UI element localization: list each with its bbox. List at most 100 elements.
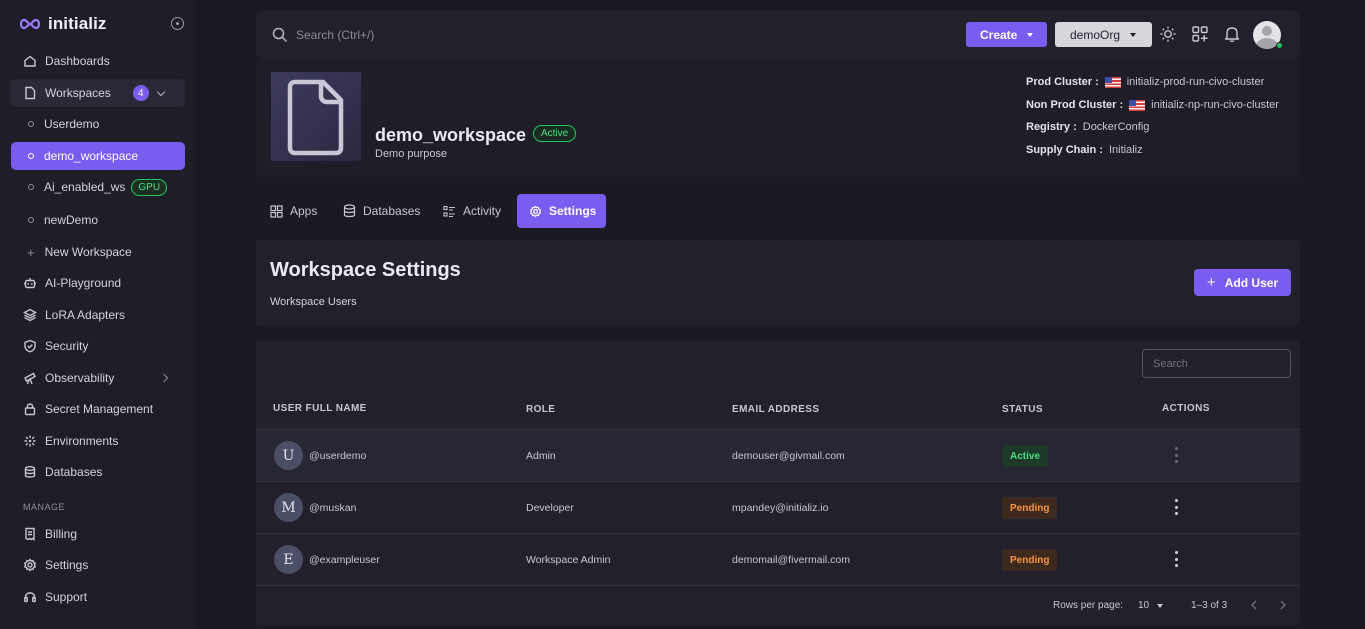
status-badge: Pending <box>1002 549 1058 571</box>
column-header-role[interactable]: ROLE <box>526 404 555 415</box>
robot-icon <box>23 276 37 290</box>
user-email: mpandey@initializ.io <box>732 502 829 514</box>
bullet-icon <box>28 184 34 190</box>
infinity-logo-icon <box>19 18 41 30</box>
brand[interactable]: initializ <box>18 12 107 36</box>
settings-subtitle: Workspace Users <box>270 296 357 308</box>
avatar: M <box>274 493 303 522</box>
receipt-icon <box>23 527 37 541</box>
document-icon <box>287 79 344 156</box>
workspace-count-badge: 4 <box>132 85 149 101</box>
more-actions-icon[interactable] <box>1174 447 1178 463</box>
sidebar-item-databases[interactable]: Databases <box>11 458 185 486</box>
caret-down-icon <box>1157 603 1164 608</box>
tab-activity[interactable]: Activity <box>431 194 513 228</box>
sidebar-item-label: Workspaces <box>45 86 111 100</box>
tab-apps[interactable]: Apps <box>258 194 329 228</box>
tab-databases[interactable]: Databases <box>331 194 432 228</box>
brand-name: initializ <box>48 14 107 33</box>
us-flag-icon <box>1104 76 1121 88</box>
plus-icon: + <box>1207 274 1216 291</box>
telescope-icon <box>23 371 37 385</box>
table-row[interactable]: U @userdemo Admin demouser@givmail.com A… <box>256 429 1300 481</box>
sidebar-item-secret-management[interactable]: Secret Management <box>11 395 185 423</box>
add-user-label: Add User <box>1224 275 1279 290</box>
column-header-name[interactable]: USER FULL NAME <box>273 403 367 414</box>
search-icon <box>272 27 288 43</box>
sidebar-item-label: Databases <box>45 465 103 479</box>
user-email: demouser@givmail.com <box>732 450 845 462</box>
next-page-icon[interactable] <box>1278 599 1288 611</box>
lock-icon <box>23 402 37 416</box>
user-email: demomail@fivermail.com <box>732 554 851 566</box>
bell-icon[interactable] <box>1223 25 1241 43</box>
prev-page-icon[interactable] <box>1249 599 1259 611</box>
user-name: @userdemo <box>309 450 367 462</box>
manage-section-label: MANAGE <box>23 502 66 512</box>
apps-grid-icon[interactable] <box>1191 25 1209 43</box>
sidebar-collapse-icon[interactable] <box>171 17 184 30</box>
sidebar-item-userdemo[interactable]: Userdemo <box>11 110 185 138</box>
table-divider <box>256 585 1300 586</box>
meta-nonprod-cluster: Non Prod Cluster : initializ-np-run-civo… <box>1026 99 1279 111</box>
table-row[interactable]: E @exampleuser Workspace Admin demomail@… <box>256 533 1300 585</box>
workspace-description: Demo purpose <box>375 148 448 160</box>
sidebar-item-workspaces[interactable]: Workspaces 4 <box>11 79 185 107</box>
sidebar-item-label: demo_workspace <box>44 149 139 163</box>
meta-key: Registry : <box>1026 121 1077 133</box>
more-actions-icon[interactable] <box>1174 551 1178 567</box>
sidebar-item-new-workspace[interactable]: + New Workspace <box>11 238 185 266</box>
add-user-button[interactable]: + Add User <box>1194 269 1291 296</box>
tab-settings[interactable]: Settings <box>517 194 606 228</box>
atom-icon <box>23 434 37 448</box>
sidebar-item-security[interactable]: Security <box>11 332 185 360</box>
sidebar-item-dashboards[interactable]: Dashboards <box>11 47 185 75</box>
workspace-status-badge: Active <box>533 125 577 142</box>
sidebar-item-label: Environments <box>45 434 119 448</box>
org-selector[interactable]: demoOrg <box>1055 22 1152 47</box>
more-actions-icon[interactable] <box>1174 499 1178 515</box>
caret-down-icon <box>1027 32 1034 37</box>
user-role: Developer <box>526 502 574 514</box>
file-icon <box>23 86 37 100</box>
sidebar-item-label: Dashboards <box>45 54 110 68</box>
meta-value: initializ-np-run-civo-cluster <box>1151 99 1279 111</box>
sidebar-item-label: LoRA Adapters <box>45 308 126 322</box>
meta-key: Prod Cluster : <box>1026 76 1099 88</box>
tab-label: Apps <box>290 204 318 218</box>
sidebar-item-newdemo[interactable]: newDemo <box>11 206 185 234</box>
pagination-range: 1–3 of 3 <box>1191 600 1228 611</box>
meta-prod-cluster: Prod Cluster : initializ-prod-run-civo-c… <box>1026 76 1264 88</box>
user-name: @exampleuser <box>309 554 380 566</box>
table-row[interactable]: M @muskan Developer mpandey@initializ.io… <box>256 481 1300 533</box>
caret-down-icon <box>1130 32 1137 37</box>
settings-title: Workspace Settings <box>270 259 461 281</box>
status-badge: Active <box>1002 445 1049 467</box>
global-search-input[interactable]: Search (Ctrl+/) <box>296 28 374 42</box>
rows-per-page-value: 10 <box>1138 600 1150 611</box>
sidebar-item-environments[interactable]: Environments <box>11 427 185 455</box>
sidebar-item-label: AI-Playground <box>45 276 122 290</box>
sidebar-item-lora-adapters[interactable]: LoRA Adapters <box>11 301 185 329</box>
workspace-name: demo_workspace <box>375 125 527 145</box>
table-search-input[interactable] <box>1142 349 1291 378</box>
meta-key: Supply Chain : <box>1026 144 1103 156</box>
sidebar-item-label: Userdemo <box>44 117 100 131</box>
sidebar-item-ai-enabled-ws[interactable]: Ai_enabled_ws GPU <box>11 173 185 201</box>
column-header-email[interactable]: EMAIL ADDRESS <box>732 404 819 415</box>
sidebar-item-demo-workspace[interactable]: demo_workspace <box>11 142 185 170</box>
sidebar-item-billing[interactable]: Billing <box>11 520 185 548</box>
chevron-right-icon <box>159 373 169 383</box>
sidebar-item-ai-playground[interactable]: AI-Playground <box>11 269 185 297</box>
theme-sun-icon[interactable] <box>1159 25 1177 43</box>
sidebar-item-support[interactable]: Support <box>11 583 185 611</box>
meta-supply-chain: Supply Chain : Initializ <box>1026 144 1143 156</box>
headset-icon <box>23 590 37 604</box>
apps-icon <box>270 204 283 218</box>
sidebar-item-settings[interactable]: Settings <box>11 551 185 579</box>
rows-per-page-select[interactable]: 10 <box>1138 600 1164 611</box>
sidebar-item-observability[interactable]: Observability <box>11 364 185 392</box>
column-header-status[interactable]: STATUS <box>1002 404 1043 415</box>
create-button[interactable]: Create <box>966 22 1047 47</box>
gear-icon <box>23 558 37 572</box>
